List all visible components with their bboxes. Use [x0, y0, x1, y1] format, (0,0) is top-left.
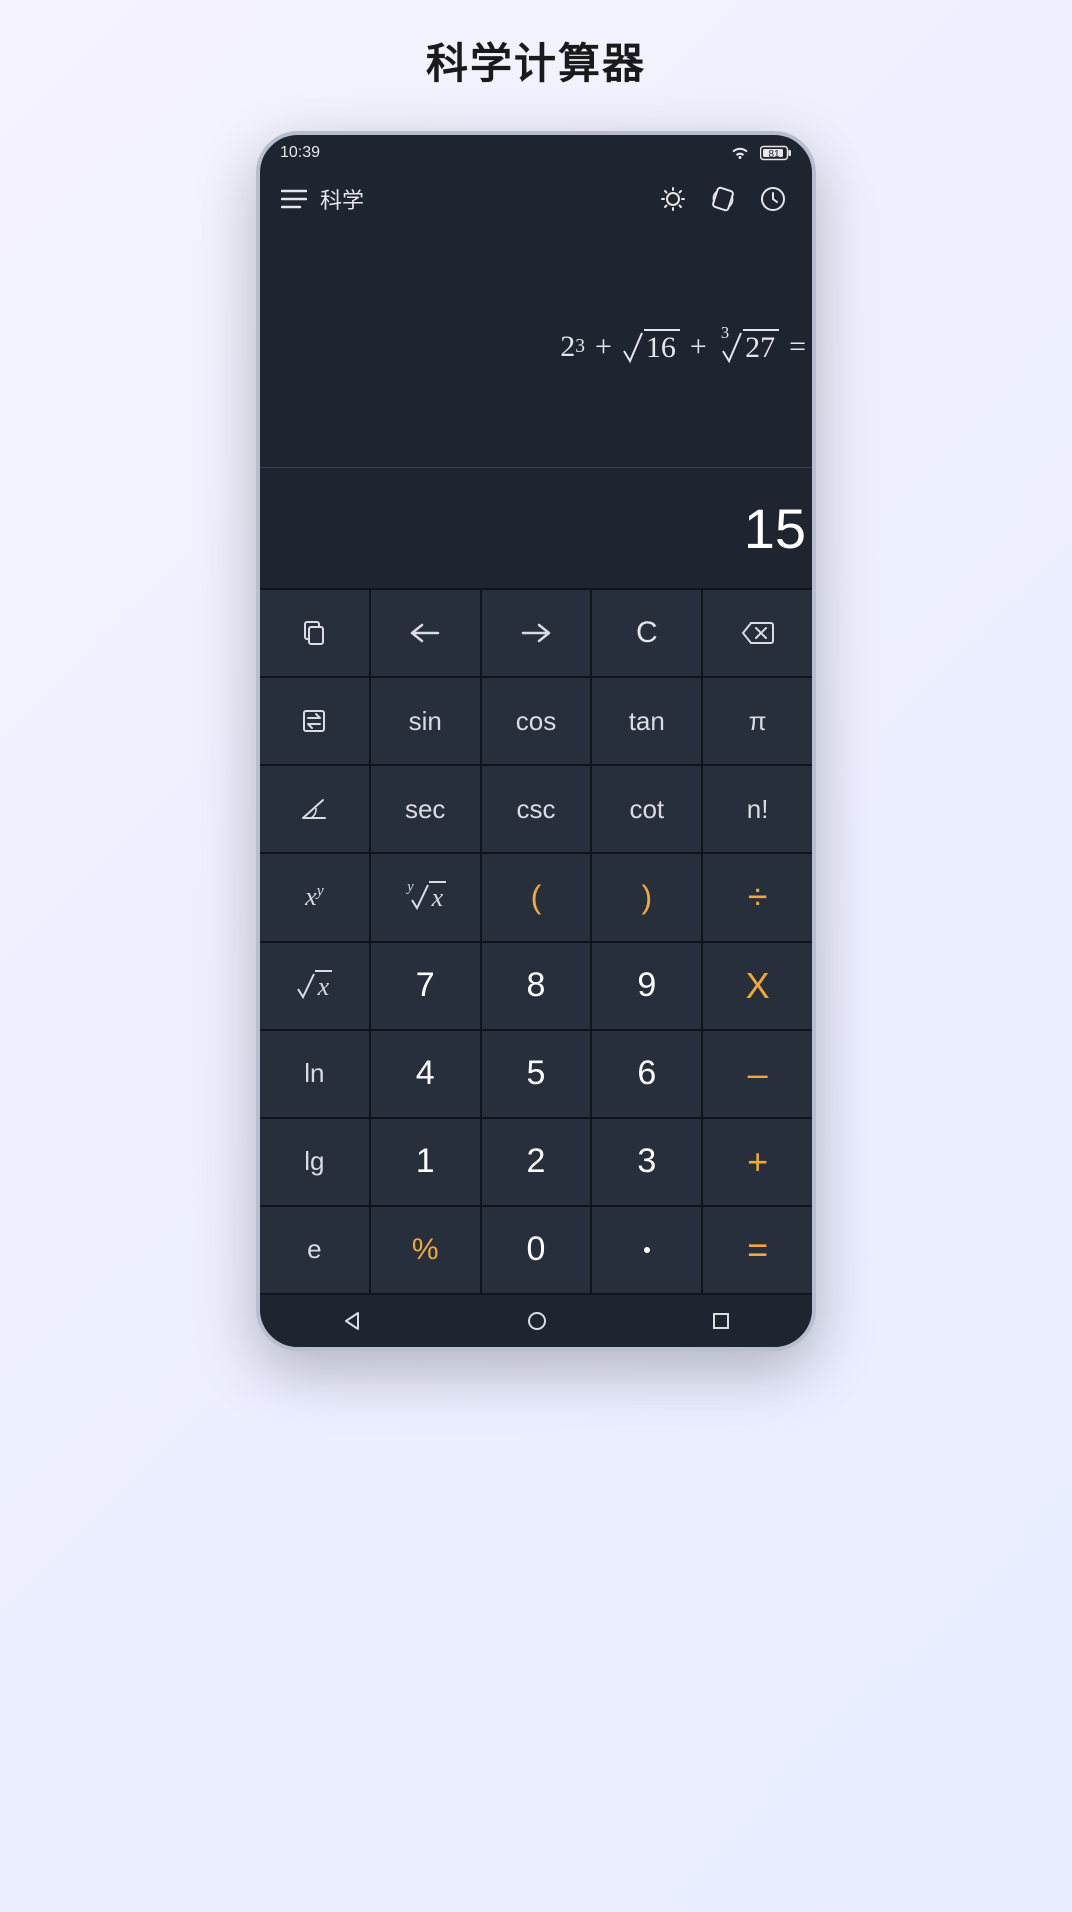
clock-icon: [759, 185, 787, 213]
key-percent[interactable]: %: [371, 1207, 480, 1293]
battery-icon: 81: [760, 145, 792, 161]
nav-home[interactable]: [526, 1310, 548, 1332]
nav-recent[interactable]: [711, 1311, 731, 1331]
expression-display: 23 + 16 + 3 27 =: [260, 227, 812, 467]
key-copy[interactable]: [260, 590, 369, 676]
key-angle[interactable]: [260, 766, 369, 852]
key-power-base: x: [305, 882, 317, 911]
expr-cbrt-radicand: 27: [743, 329, 779, 365]
key-7[interactable]: 7: [371, 943, 480, 1029]
key-1[interactable]: 1: [371, 1119, 480, 1205]
key-right-paren[interactable]: ): [592, 854, 701, 940]
menu-button[interactable]: [274, 189, 314, 209]
expr-cbrt: 3 27: [717, 329, 779, 365]
key-nth-root-index: y: [407, 879, 413, 896]
status-time: 10:39: [280, 144, 320, 162]
page-title: 科学计算器: [426, 30, 646, 91]
angle-icon: [299, 796, 329, 822]
expr-cbrt-index: 3: [721, 323, 729, 343]
key-5[interactable]: 5: [482, 1031, 591, 1117]
key-8[interactable]: 8: [482, 943, 591, 1029]
key-tan[interactable]: tan: [592, 678, 701, 764]
key-equals[interactable]: =: [703, 1207, 812, 1293]
arrow-right-icon: [519, 621, 553, 645]
key-4[interactable]: 4: [371, 1031, 480, 1117]
key-sin[interactable]: sin: [371, 678, 480, 764]
key-lg[interactable]: lg: [260, 1119, 369, 1205]
key-6[interactable]: 6: [592, 1031, 701, 1117]
wifi-icon: [730, 145, 750, 161]
nav-back[interactable]: [341, 1310, 363, 1332]
key-cursor-right[interactable]: [482, 590, 591, 676]
key-minus[interactable]: –: [703, 1031, 812, 1117]
key-decimal[interactable]: [592, 1207, 701, 1293]
theme-button[interactable]: [648, 185, 698, 213]
swap-icon: [300, 707, 328, 735]
key-power[interactable]: xy: [260, 854, 369, 940]
rotate-button[interactable]: [698, 184, 748, 214]
sun-icon: [659, 185, 687, 213]
key-plus[interactable]: +: [703, 1119, 812, 1205]
key-cot[interactable]: cot: [592, 766, 701, 852]
square-recent-icon: [711, 1311, 731, 1331]
dot-icon: [642, 1245, 652, 1255]
key-clear[interactable]: C: [592, 590, 701, 676]
app-header: 科学: [260, 171, 812, 227]
key-cos[interactable]: cos: [482, 678, 591, 764]
phone-frame: 10:39 81 科学: [256, 131, 816, 1351]
rotate-icon: [708, 184, 738, 214]
circle-home-icon: [526, 1310, 548, 1332]
key-divide[interactable]: ÷: [703, 854, 812, 940]
key-multiply[interactable]: X: [703, 943, 812, 1029]
history-button[interactable]: [748, 185, 798, 213]
result-display: 15: [260, 468, 812, 588]
copy-icon: [300, 619, 328, 647]
key-pi[interactable]: π: [703, 678, 812, 764]
expr-pow-exp: 3: [575, 336, 585, 358]
expr-pow-base: 2: [560, 330, 575, 364]
keypad: C sin cos tan π sec csc cot n! xy y x: [260, 588, 812, 1295]
status-bar: 10:39 81: [260, 135, 812, 171]
key-0[interactable]: 0: [482, 1207, 591, 1293]
expr-plus-1: +: [595, 330, 612, 364]
key-3[interactable]: 3: [592, 1119, 701, 1205]
key-left-paren[interactable]: (: [482, 854, 591, 940]
expr-sqrt-radicand: 16: [644, 329, 680, 365]
arrow-left-icon: [408, 621, 442, 645]
expr-sqrt: 16: [622, 329, 680, 365]
key-nth-root-radicand: x: [429, 881, 447, 913]
battery-label: 81: [768, 149, 780, 160]
key-e[interactable]: e: [260, 1207, 369, 1293]
key-sqrt-radicand: x: [315, 970, 333, 1002]
key-nth-root[interactable]: y x: [371, 854, 480, 940]
key-2[interactable]: 2: [482, 1119, 591, 1205]
key-swap[interactable]: [260, 678, 369, 764]
key-csc[interactable]: csc: [482, 766, 591, 852]
key-9[interactable]: 9: [592, 943, 701, 1029]
key-sec[interactable]: sec: [371, 766, 480, 852]
backspace-icon: [741, 620, 775, 646]
key-ln[interactable]: ln: [260, 1031, 369, 1117]
expr-equals: =: [789, 330, 806, 364]
menu-icon: [281, 189, 307, 209]
android-nav-bar: [260, 1295, 812, 1347]
expr-plus-2: +: [690, 330, 707, 364]
key-power-exp: y: [317, 883, 324, 900]
key-factorial[interactable]: n!: [703, 766, 812, 852]
triangle-back-icon: [341, 1310, 363, 1332]
header-title: 科学: [320, 183, 364, 215]
key-backspace[interactable]: [703, 590, 812, 676]
key-sqrt[interactable]: x: [260, 943, 369, 1029]
key-cursor-left[interactable]: [371, 590, 480, 676]
